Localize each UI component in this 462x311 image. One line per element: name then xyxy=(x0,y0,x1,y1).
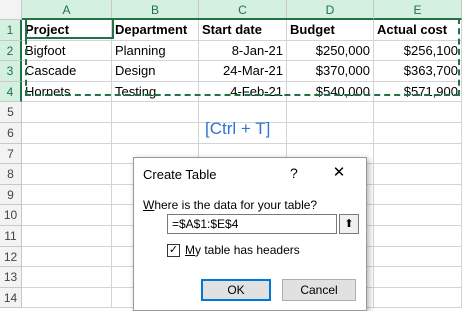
dialog-title: Create Table xyxy=(143,167,217,182)
table-cell[interactable]: $363,700 xyxy=(374,61,462,82)
shortcut-label: [Ctrl + T] xyxy=(205,119,271,138)
has-headers-accesskey: M xyxy=(185,243,195,257)
cancel-button[interactable]: Cancel xyxy=(282,279,356,301)
empty-cell[interactable] xyxy=(374,123,462,144)
row-header-11[interactable]: 11 xyxy=(0,226,22,247)
table-header-cell[interactable]: Project xyxy=(22,20,112,41)
row-header-10[interactable]: 10 xyxy=(0,205,22,226)
empty-cell[interactable] xyxy=(22,246,112,268)
empty-cell[interactable] xyxy=(22,205,112,226)
empty-cell[interactable] xyxy=(22,164,112,185)
row-header-2[interactable]: 2 xyxy=(0,40,22,62)
close-icon[interactable]: ✕ xyxy=(330,163,348,181)
empty-cell[interactable] xyxy=(22,143,112,165)
row-header-3[interactable]: 3 xyxy=(0,61,22,82)
table-cell[interactable]: $250,000 xyxy=(287,40,374,62)
row-header-8[interactable]: 8 xyxy=(0,164,22,185)
row-header-5[interactable]: 5 xyxy=(0,102,22,123)
empty-cell[interactable] xyxy=(112,123,199,144)
table-cell[interactable]: Design xyxy=(112,61,199,82)
row-header-13[interactable]: 13 xyxy=(0,267,22,288)
empty-cell[interactable] xyxy=(374,205,462,226)
ok-button[interactable]: OK xyxy=(201,279,271,301)
row-header-14[interactable]: 14 xyxy=(0,287,22,309)
range-prompt-text: here is the data for your table? xyxy=(154,198,318,212)
row-header-7[interactable]: 7 xyxy=(0,143,22,165)
range-prompt-label: Where is the data for your table? xyxy=(143,198,317,212)
column-header-c[interactable]: C xyxy=(199,0,287,20)
empty-cell[interactable] xyxy=(374,246,462,268)
empty-cell[interactable] xyxy=(22,184,112,206)
table-cell[interactable]: Planning xyxy=(112,40,199,62)
create-table-dialog: Create Table ? ✕ Where is the data for y… xyxy=(133,157,367,311)
range-prompt-accesskey: W xyxy=(143,198,155,212)
has-headers-checkbox[interactable]: ✓ xyxy=(167,244,180,257)
empty-cell[interactable] xyxy=(374,226,462,247)
empty-cell[interactable] xyxy=(287,123,374,144)
table-cell[interactable]: $571,900 xyxy=(374,81,462,103)
column-header-d[interactable]: D xyxy=(287,0,374,20)
column-header-e[interactable]: E xyxy=(374,0,462,20)
table-header-cell[interactable]: Budget xyxy=(287,20,374,41)
empty-cell[interactable] xyxy=(374,164,462,185)
has-headers-label[interactable]: My table has headers xyxy=(185,243,300,257)
column-header-a[interactable]: A xyxy=(22,0,112,20)
empty-cell[interactable] xyxy=(22,102,112,123)
empty-cell[interactable] xyxy=(22,267,112,288)
table-cell[interactable]: 24-Mar-21 xyxy=(199,61,287,82)
select-all-corner[interactable] xyxy=(0,0,22,20)
table-cell[interactable]: Cascade xyxy=(22,61,112,82)
table-header-cell[interactable]: Start date xyxy=(199,20,287,41)
table-cell[interactable]: $540,000 xyxy=(287,81,374,103)
checkmark-icon: ✓ xyxy=(168,244,179,256)
table-range-input[interactable] xyxy=(167,214,337,234)
row-header-6[interactable]: 6 xyxy=(0,123,22,144)
row-header-12[interactable]: 12 xyxy=(0,246,22,268)
empty-cell[interactable] xyxy=(374,287,462,309)
table-cell[interactable]: Hornets xyxy=(22,81,112,103)
empty-cell[interactable] xyxy=(22,226,112,247)
empty-cell[interactable] xyxy=(112,102,199,123)
collapse-dialog-button[interactable]: ⬆ xyxy=(339,214,359,234)
empty-cell[interactable] xyxy=(22,287,112,309)
row-header-1[interactable]: 1 xyxy=(0,20,22,41)
column-header-b[interactable]: B xyxy=(112,0,199,20)
collapse-arrow-icon: ⬆ xyxy=(344,218,354,230)
table-cell[interactable]: $370,000 xyxy=(287,61,374,82)
table-cell[interactable]: 8-Jan-21 xyxy=(199,40,287,62)
empty-cell[interactable] xyxy=(374,143,462,165)
table-cell[interactable]: Testing xyxy=(112,81,199,103)
table-cell[interactable]: 4-Feb-21 xyxy=(199,81,287,103)
row-header-9[interactable]: 9 xyxy=(0,184,22,206)
empty-cell[interactable] xyxy=(22,123,112,144)
empty-cell[interactable] xyxy=(374,267,462,288)
table-cell[interactable]: Bigfoot xyxy=(22,40,112,62)
help-icon[interactable]: ? xyxy=(290,165,298,181)
row-header-4[interactable]: 4 xyxy=(0,81,22,103)
empty-cell[interactable] xyxy=(374,184,462,206)
has-headers-text: y table has headers xyxy=(195,243,300,257)
empty-cell[interactable] xyxy=(287,102,374,123)
table-header-cell[interactable]: Actual cost xyxy=(374,20,462,41)
table-header-cell[interactable]: Department xyxy=(112,20,199,41)
empty-cell[interactable] xyxy=(374,102,462,123)
table-cell[interactable]: $256,100 xyxy=(374,40,462,62)
